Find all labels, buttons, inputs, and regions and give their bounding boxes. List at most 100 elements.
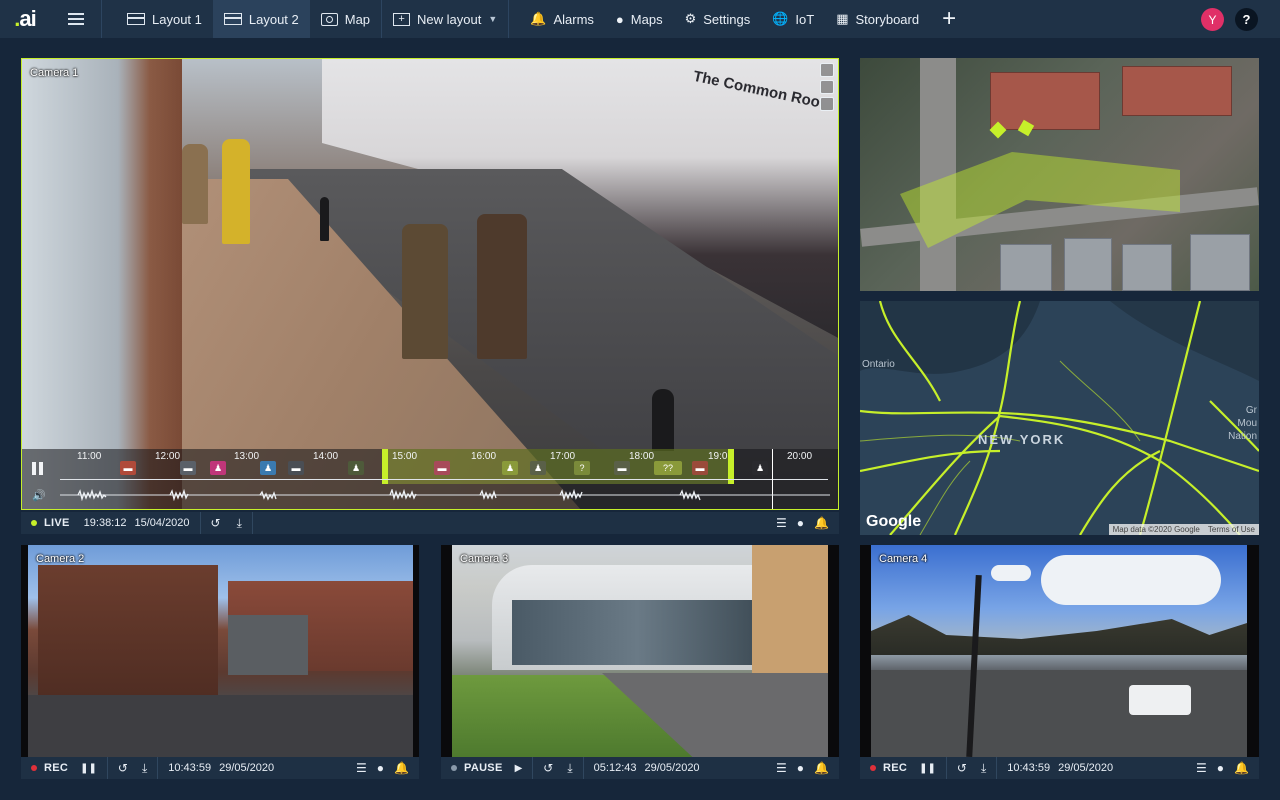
event-vehicle-icon[interactable]: ▬ bbox=[180, 461, 196, 475]
history-icon[interactable]: ↺ bbox=[211, 516, 221, 530]
avatar[interactable]: Y bbox=[1201, 8, 1224, 31]
sliders-icon[interactable]: ☰ bbox=[356, 761, 367, 775]
download-icon[interactable]: ⤓ bbox=[142, 761, 147, 776]
collapse-icon[interactable] bbox=[820, 97, 834, 111]
tab-map[interactable]: Map bbox=[310, 0, 381, 38]
status-date: 29/05/2020 bbox=[1058, 762, 1114, 774]
nav-label: Alarms bbox=[553, 11, 594, 27]
camera-4-view[interactable]: Camera 4 bbox=[871, 545, 1247, 757]
event-unknown-icon[interactable]: ? bbox=[574, 461, 590, 475]
pedestrian bbox=[222, 139, 250, 244]
event-vehicle-icon[interactable]: ▬ bbox=[434, 461, 450, 475]
history-icon[interactable]: ↺ bbox=[957, 761, 967, 775]
event-group-icon[interactable]: ♟ bbox=[260, 461, 276, 475]
building bbox=[1122, 244, 1172, 291]
event-unknown-icon[interactable]: ?? bbox=[654, 461, 682, 475]
event-person-icon[interactable]: ♟ bbox=[502, 461, 518, 475]
event-person-icon[interactable]: ♟ bbox=[752, 461, 768, 475]
history-icon[interactable]: ↺ bbox=[543, 761, 553, 775]
map-pin-icon[interactable]: ● bbox=[1217, 761, 1224, 775]
sliders-icon[interactable]: ☰ bbox=[776, 516, 787, 530]
map-pin-icon[interactable]: ● bbox=[797, 516, 804, 530]
divider bbox=[106, 757, 108, 779]
pause-icon[interactable] bbox=[31, 462, 45, 476]
gear-icon: ⚙ bbox=[684, 11, 697, 26]
chevron-down-icon: ▼ bbox=[488, 14, 498, 24]
live-indicator bbox=[31, 520, 37, 526]
status-date: 15/04/2020 bbox=[134, 517, 190, 529]
layout-icon bbox=[127, 13, 145, 25]
download-icon[interactable]: ⤓ bbox=[981, 761, 986, 776]
pedestrian bbox=[477, 214, 527, 359]
rec-indicator bbox=[870, 765, 876, 771]
event-vehicle-icon[interactable]: ▬ bbox=[614, 461, 630, 475]
status-actions: ☰ ● 🔔 bbox=[776, 516, 839, 530]
timeline[interactable]: 11:00 12:00 13:00 14:00 15:00 16:00 17:0… bbox=[22, 449, 838, 509]
camera-1-view[interactable]: The Common Roo Camera 1 11:00 12:00 13:0… bbox=[21, 58, 839, 510]
satellite-map-view[interactable] bbox=[860, 58, 1259, 291]
pause-icon[interactable]: ❚❚ bbox=[80, 763, 97, 774]
tab-layout-1[interactable]: Layout 1 bbox=[116, 0, 213, 38]
terms-link[interactable]: Terms of Use bbox=[1208, 525, 1255, 534]
nav-alarms[interactable]: 🔔 Alarms bbox=[519, 0, 605, 38]
nav-storyboard[interactable]: ▦ Storyboard bbox=[825, 0, 930, 38]
divider bbox=[582, 757, 584, 779]
download-icon[interactable]: ⤓ bbox=[237, 516, 242, 531]
bell-icon[interactable]: 🔔 bbox=[394, 761, 409, 775]
window-icon[interactable] bbox=[820, 63, 834, 77]
event-person-icon[interactable]: ♟ bbox=[210, 461, 226, 475]
camera-3-view[interactable]: Camera 3 bbox=[452, 545, 828, 757]
pause-icon[interactable]: ❚❚ bbox=[919, 763, 936, 774]
building-wall bbox=[22, 59, 182, 509]
event-vehicle-icon[interactable]: ▬ bbox=[288, 461, 304, 475]
road-map-view[interactable]: Ontario NEW YORK Gr Mou Nation Google Ma… bbox=[860, 301, 1259, 535]
tab-label: Map bbox=[344, 11, 371, 27]
camera-label: Camera 4 bbox=[879, 553, 928, 565]
nav-settings[interactable]: ⚙ Settings bbox=[674, 0, 762, 38]
new-layout-dropdown[interactable]: + New layout ▼ bbox=[382, 0, 508, 38]
map-pin-icon[interactable]: ● bbox=[797, 761, 804, 775]
expand-icon[interactable] bbox=[820, 80, 834, 94]
event-person-icon[interactable]: ♟ bbox=[348, 461, 364, 475]
volume-icon[interactable]: 🔊 bbox=[32, 489, 46, 502]
bell-icon[interactable]: 🔔 bbox=[814, 516, 829, 530]
tick-label: 15:00 bbox=[392, 451, 418, 462]
download-icon[interactable]: ⤓ bbox=[567, 761, 572, 776]
tick-label: 19:0 bbox=[708, 451, 728, 462]
event-vehicle-icon[interactable]: ▬ bbox=[692, 461, 708, 475]
history-icon[interactable]: ↺ bbox=[118, 761, 128, 775]
map-pin-icon: ● bbox=[615, 11, 624, 27]
building bbox=[228, 615, 308, 675]
camera-2-view[interactable]: Camera 2 bbox=[28, 545, 413, 757]
nav-label: Settings bbox=[703, 11, 751, 27]
play-icon[interactable]: ▶ bbox=[515, 763, 523, 774]
menu-icon[interactable] bbox=[50, 0, 102, 38]
map-attribution: Map data ©2020 Google Terms of Use bbox=[1108, 524, 1259, 535]
road bbox=[871, 670, 1247, 757]
van bbox=[1129, 685, 1191, 715]
bell-icon[interactable]: 🔔 bbox=[814, 761, 829, 775]
trees bbox=[871, 615, 1247, 655]
tick-label: 17:00 bbox=[550, 451, 576, 462]
nav-maps[interactable]: ● Maps bbox=[605, 0, 674, 38]
building bbox=[1064, 238, 1112, 291]
event-vehicle-icon[interactable]: ▬ bbox=[120, 461, 136, 475]
sliders-icon[interactable]: ☰ bbox=[776, 761, 787, 775]
map-pin-icon[interactable]: ● bbox=[377, 761, 384, 775]
status-actions: ☰ ● 🔔 bbox=[356, 761, 419, 775]
help-icon[interactable]: ? bbox=[1235, 8, 1258, 31]
bell-icon[interactable]: 🔔 bbox=[1234, 761, 1249, 775]
bollard bbox=[652, 389, 674, 451]
app-logo[interactable]: . ai bbox=[0, 0, 50, 38]
add-icon[interactable]: + bbox=[930, 0, 968, 38]
event-person-icon[interactable]: ♟ bbox=[530, 461, 546, 475]
nav-iot[interactable]: 🌐 IoT bbox=[761, 0, 825, 38]
map-label-partial: Gr bbox=[1245, 405, 1257, 416]
camera-2-status-bar: REC ❚❚ ↺ ⤓ 10:43:59 29/05/2020 ☰ ● 🔔 bbox=[21, 757, 419, 779]
nav-divider bbox=[508, 0, 510, 38]
tab-label: Layout 2 bbox=[248, 11, 299, 27]
sliders-icon[interactable]: ☰ bbox=[1196, 761, 1207, 775]
tab-label: New layout bbox=[417, 11, 482, 27]
tab-layout-2[interactable]: Layout 2 bbox=[212, 0, 310, 38]
nav-label: Storyboard bbox=[855, 11, 920, 27]
